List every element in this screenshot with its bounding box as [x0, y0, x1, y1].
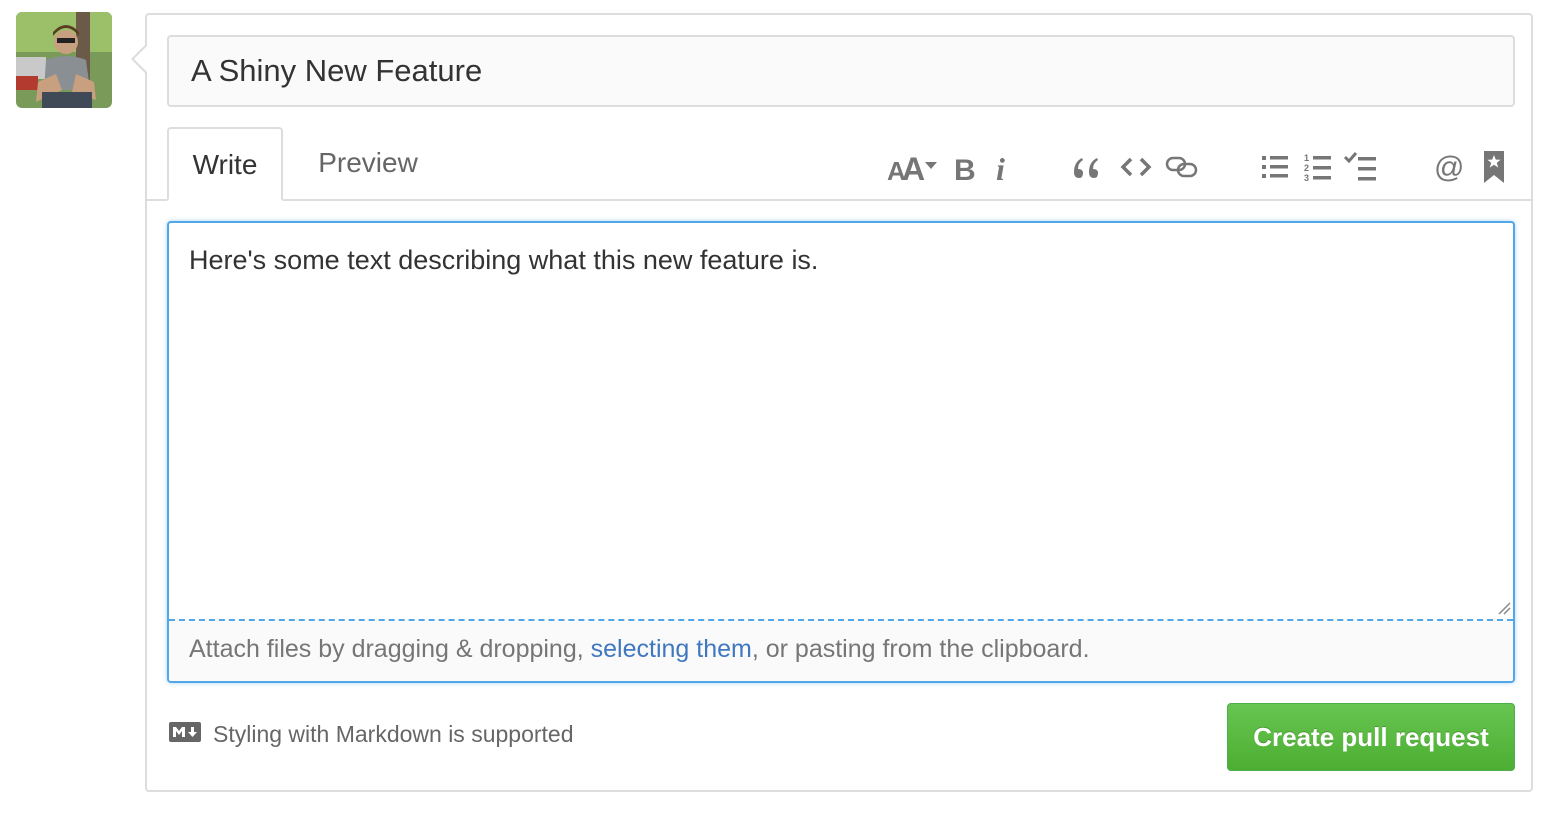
select-files-link[interactable]: selecting them	[591, 635, 752, 663]
user-avatar[interactable]	[16, 12, 112, 108]
svg-text:i: i	[996, 151, 1005, 184]
resize-handle-icon[interactable]	[1497, 601, 1511, 620]
comment-body[interactable]: Here's some text describing what this ne…	[189, 245, 818, 276]
tabs-divider	[147, 199, 1531, 201]
create-pull-request-button[interactable]: Create pull request	[1227, 703, 1515, 771]
attach-suffix: , or pasting from the clipboard.	[751, 635, 1090, 663]
bold-icon[interactable]: B	[950, 145, 978, 189]
task-list-icon[interactable]	[1343, 145, 1379, 189]
code-icon[interactable]	[1119, 145, 1153, 189]
pull-request-form: Write Preview A A B i	[131, 13, 1533, 792]
markdown-hint[interactable]: Styling with Markdown is supported	[169, 721, 574, 748]
quote-icon[interactable]	[1069, 145, 1101, 189]
italic-icon[interactable]: i	[992, 145, 1012, 189]
text-size-icon[interactable]: A A	[887, 145, 939, 189]
attach-files-hint: Attach files by dragging & dropping, sel…	[189, 635, 1090, 664]
comment-editor[interactable]: Here's some text describing what this ne…	[167, 221, 1515, 683]
svg-text:A: A	[902, 151, 925, 184]
unordered-list-icon[interactable]	[1260, 145, 1290, 189]
file-drop-zone[interactable]: Attach files by dragging & dropping, sel…	[169, 619, 1513, 681]
svg-text:2: 2	[1304, 163, 1309, 173]
markdown-hint-text: Styling with Markdown is supported	[213, 721, 574, 747]
saved-reply-icon[interactable]	[1481, 145, 1507, 189]
svg-text:3: 3	[1304, 173, 1309, 182]
user-avatar-icon	[16, 12, 112, 108]
markdown-icon	[169, 721, 201, 748]
title-input[interactable]	[167, 35, 1515, 107]
svg-text:B: B	[954, 154, 976, 184]
svg-text:1: 1	[1304, 153, 1309, 163]
tab-write[interactable]: Write	[167, 127, 283, 201]
tab-preview[interactable]: Preview	[293, 127, 443, 201]
panel-pointer-fill	[134, 45, 148, 73]
mention-icon[interactable]: @	[1433, 145, 1465, 189]
link-icon[interactable]	[1164, 145, 1200, 189]
ordered-list-icon[interactable]: 1 2 3	[1303, 145, 1333, 189]
svg-text:@: @	[1434, 151, 1464, 183]
attach-prefix: Attach files by dragging & dropping,	[189, 635, 591, 663]
